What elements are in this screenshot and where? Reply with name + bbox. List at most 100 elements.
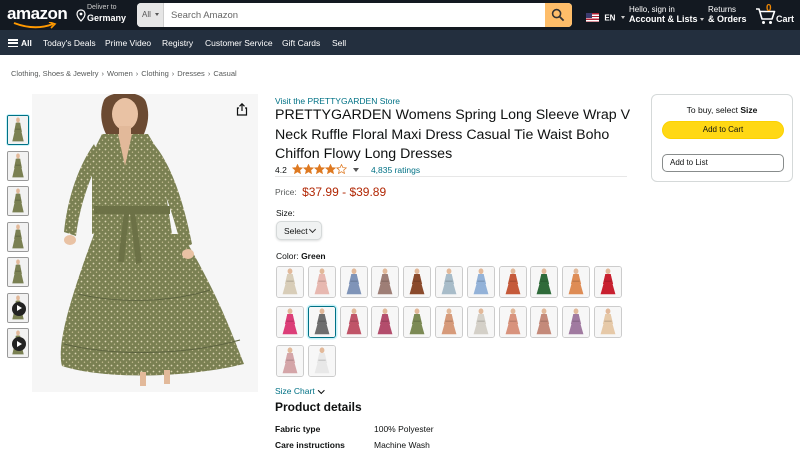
cart-count: 0 (766, 3, 772, 14)
breadcrumb-item[interactable]: Casual (213, 69, 236, 78)
color-swatch[interactable] (562, 266, 591, 298)
size-dropdown[interactable]: Select (276, 221, 322, 240)
account-menu[interactable]: Hello, sign in Account & Lists (629, 5, 704, 25)
search-input[interactable] (166, 3, 544, 27)
color-swatch[interactable] (307, 305, 336, 338)
chevron-down-icon (317, 386, 325, 393)
star-icon (314, 163, 326, 175)
color-swatch[interactable] (498, 305, 527, 338)
share-icon[interactable] (236, 103, 248, 116)
star-icon (325, 163, 337, 175)
color-label: Color: Green (276, 251, 326, 261)
add-to-cart-button[interactable]: Add to Cart (662, 121, 784, 139)
color-swatch[interactable] (594, 305, 622, 338)
nav-item-customer-service[interactable]: Customer Service (205, 38, 273, 48)
chevron-down-icon (155, 13, 159, 16)
returns-orders[interactable]: Returns & Orders (708, 5, 747, 25)
breadcrumb-item[interactable]: Dresses (177, 69, 205, 78)
image-thumbnail[interactable] (7, 150, 29, 181)
amazon-logo[interactable]: amazon (7, 4, 68, 29)
rating-value: 4.2 (275, 165, 287, 175)
divider (275, 176, 627, 177)
size-chart-link[interactable]: Size Chart (275, 386, 325, 396)
image-thumbnail[interactable] (7, 221, 29, 252)
size-label: Size: (276, 208, 295, 218)
top-header: amazon Deliver to Germany All EN (0, 0, 800, 30)
product-details-heading: Product details (275, 400, 362, 414)
deliver-label: Deliver to (87, 4, 117, 11)
nav-item-gift-cards[interactable]: Gift Cards (282, 38, 320, 48)
hamburger-menu-icon[interactable] (8, 39, 18, 48)
star-icon (336, 163, 348, 175)
store-link[interactable]: Visit the PRETTYGARDEN Store (275, 96, 400, 106)
color-swatch[interactable] (466, 266, 495, 298)
color-swatch[interactable] (276, 345, 304, 377)
color-swatch[interactable] (371, 266, 400, 298)
color-swatch[interactable] (307, 266, 336, 298)
search-category-select[interactable]: All (137, 3, 164, 27)
rating-row: 4.2 4,835 ratings (275, 163, 420, 176)
color-swatch[interactable] (276, 305, 304, 338)
video-thumbnail[interactable] (7, 328, 29, 358)
language-selector[interactable]: EN (586, 10, 625, 24)
color-swatch[interactable] (530, 305, 559, 338)
breadcrumb-item[interactable]: Clothing (141, 69, 169, 78)
color-swatch[interactable] (339, 266, 368, 298)
buy-hint: To buy, select Size (686, 105, 758, 115)
chevron-down-icon (699, 18, 704, 22)
location-pin-icon (76, 9, 86, 22)
color-swatch[interactable] (530, 266, 559, 298)
chevron-down-icon[interactable] (352, 168, 359, 172)
dress-photo (32, 94, 258, 392)
cart-button[interactable]: 0 Cart (755, 3, 797, 27)
cart-label: Cart (776, 14, 795, 24)
image-thumbnail[interactable] (7, 115, 29, 145)
search-bar: All (137, 3, 572, 27)
color-swatch[interactable] (403, 305, 432, 338)
search-button[interactable] (545, 3, 572, 27)
us-flag-icon (586, 13, 599, 23)
chevron-down-icon (308, 225, 317, 234)
nav-item-todays-deals[interactable]: Today's Deals (43, 38, 96, 48)
image-thumbnail[interactable] (7, 257, 29, 287)
smile-icon (13, 22, 57, 29)
nav-item-prime-video[interactable]: Prime Video (105, 38, 151, 48)
color-swatch-grid (274, 265, 624, 377)
color-swatch[interactable] (276, 266, 304, 298)
nav-item-registry[interactable]: Registry (162, 38, 193, 48)
color-swatch[interactable] (594, 266, 622, 298)
price-range: $37.99 - $39.89 (302, 184, 387, 199)
breadcrumb: Clothing, Shoes & Jewelry › Women › Clothing… (11, 69, 237, 78)
color-swatch[interactable] (339, 305, 368, 338)
buy-box: To buy, select Size Add to Cart Add to L… (651, 94, 793, 182)
image-thumbnail[interactable] (7, 186, 29, 216)
play-icon (12, 337, 26, 351)
color-swatch[interactable] (371, 305, 400, 338)
star-icon (292, 163, 304, 175)
color-swatch[interactable] (307, 345, 336, 377)
color-swatch[interactable] (403, 266, 432, 298)
price-row: Price: $37.99 - $39.89 (275, 184, 387, 199)
star-rating[interactable] (292, 163, 348, 176)
nav-bar: All Today's Deals Prime Video Registry C… (0, 30, 800, 55)
color-swatch[interactable] (435, 266, 463, 298)
product-title: PRETTYGARDEN Womens Spring Long Sleeve W… (275, 107, 631, 162)
breadcrumb-item[interactable]: Clothing, Shoes & Jewelry (11, 69, 99, 78)
deliver-country: Germany (87, 13, 127, 23)
color-swatch[interactable] (435, 305, 463, 338)
add-to-list-button[interactable]: Add to List (662, 154, 784, 172)
color-swatch[interactable] (498, 266, 527, 298)
chevron-down-icon (620, 16, 625, 20)
play-icon (12, 301, 26, 316)
breadcrumb-item[interactable]: Women (107, 69, 133, 78)
color-swatch[interactable] (562, 305, 591, 338)
search-icon (551, 8, 565, 22)
nav-item-sell[interactable]: Sell (332, 38, 346, 48)
main-product-image[interactable] (32, 94, 258, 392)
video-thumbnail[interactable] (7, 292, 29, 323)
nav-all[interactable]: All (21, 38, 32, 48)
ratings-count-link[interactable]: 4,835 ratings (371, 165, 420, 175)
color-value: Green (301, 251, 326, 261)
star-icon (303, 163, 315, 175)
color-swatch[interactable] (466, 305, 495, 338)
